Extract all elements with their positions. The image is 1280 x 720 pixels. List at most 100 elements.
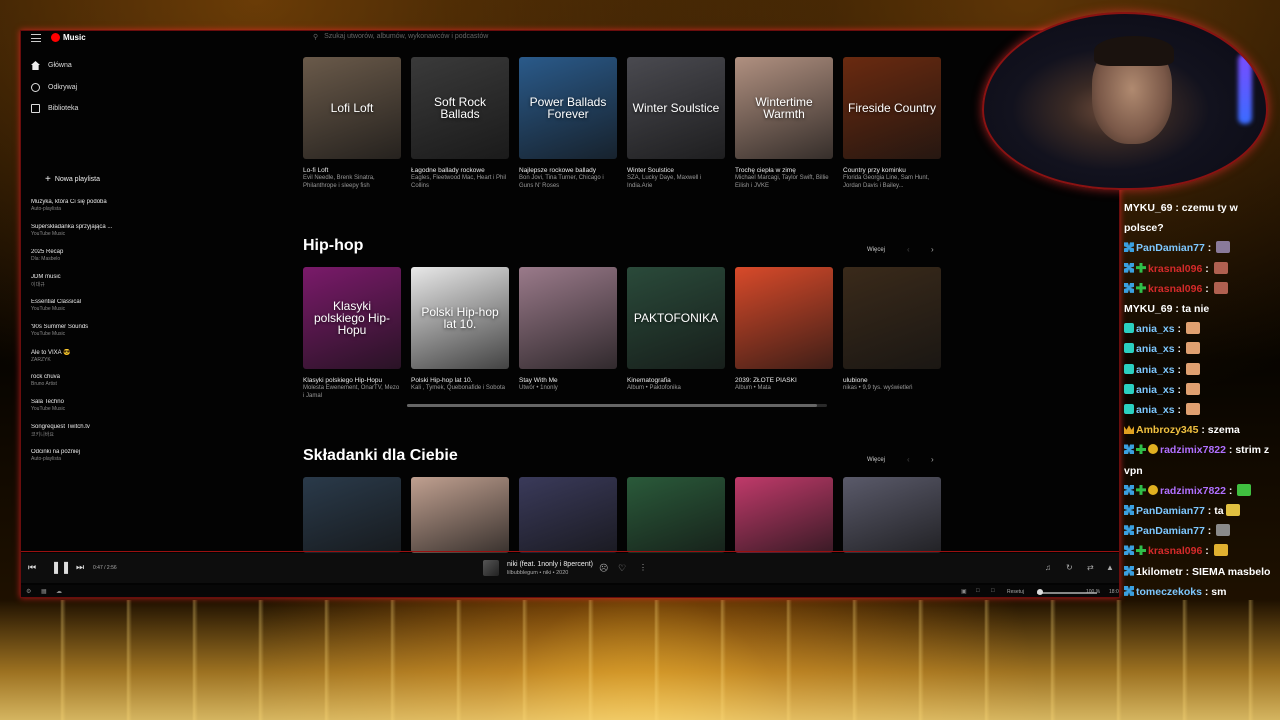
next-arrow-icon[interactable]: ›	[931, 245, 934, 254]
chat-username[interactable]: ania_xs	[1136, 343, 1175, 355]
media-card[interactable]	[303, 477, 401, 553]
sidebar-item-library[interactable]: Biblioteka	[31, 104, 78, 113]
card-thumbnail[interactable]	[735, 267, 833, 369]
card-thumbnail[interactable]	[843, 477, 941, 553]
sidebar-item-explore[interactable]: Odkrywaj	[31, 83, 77, 92]
card-thumbnail[interactable]: PAKTOFONIKA	[627, 267, 725, 369]
media-card[interactable]: ulubione nikas • 9,9 tys. wyświetleń	[843, 267, 941, 393]
sidebar-playlist-item[interactable]: rock chuva Bruno Artist	[31, 374, 121, 387]
sidebar-item-home[interactable]: Główna	[31, 61, 72, 70]
prev-arrow-icon[interactable]: ‹	[907, 455, 910, 464]
chat-username[interactable]: ania_xs	[1136, 384, 1175, 396]
card-title[interactable]: Stay With Me	[519, 377, 617, 384]
card-title[interactable]: Kinematografia	[627, 377, 725, 384]
card-thumbnail[interactable]: Polski Hip-hop lat 10.	[411, 267, 509, 369]
card-thumbnail[interactable]: Soft Rock Ballads	[411, 57, 509, 159]
card-title[interactable]: Lo-fi Loft	[303, 167, 401, 174]
now-playing-subtitle[interactable]: lilbubblegum • niki • 2020	[507, 570, 568, 576]
chat-username[interactable]: MYKU_69	[1124, 202, 1172, 214]
card-thumbnail[interactable]	[843, 267, 941, 369]
card-title[interactable]: 2039: ZŁOTE PIASKI	[735, 377, 833, 384]
media-card[interactable]: Winter Soulstice Winter Soulstice SZA, Luc…	[627, 57, 725, 191]
sidebar-playlist-item[interactable]: Superskładanka sprzyjająca ... YouTube Mu…	[31, 224, 121, 237]
card-thumbnail[interactable]: Fireside Country	[843, 57, 941, 159]
media-card[interactable]: 2039: ZŁOTE PIASKI Album • Mata	[735, 267, 833, 393]
next-track-icon[interactable]: ⏭	[76, 562, 84, 573]
cloud-icon[interactable]: ☁	[56, 588, 62, 595]
pause-icon[interactable]: ❚❚	[51, 560, 71, 574]
sidebar-playlist-item[interactable]: Odcinki na później Auto-playlista	[31, 449, 121, 462]
new-playlist-button[interactable]: + Nowa playlista	[45, 174, 100, 185]
chat-username[interactable]: radzimix7822	[1160, 444, 1226, 456]
card-thumbnail[interactable]	[519, 267, 617, 369]
card-thumbnail[interactable]	[303, 477, 401, 553]
card-title[interactable]: Polski Hip-hop lat 10.	[411, 377, 509, 384]
card-thumbnail[interactable]: Wintertime Warmth	[735, 57, 833, 159]
card-thumbnail[interactable]: Lofi Loft	[303, 57, 401, 159]
card-thumbnail[interactable]	[519, 477, 617, 553]
volume-icon[interactable]: ♫	[1045, 563, 1051, 572]
next-arrow-icon[interactable]: ›	[931, 455, 934, 464]
menu-icon[interactable]	[31, 34, 41, 42]
carousel-scrollbar[interactable]	[407, 404, 827, 407]
window-icon[interactable]: □	[976, 588, 980, 594]
media-card[interactable]	[519, 477, 617, 553]
app-logo[interactable]: Music	[51, 33, 86, 42]
media-card[interactable]: Soft Rock Ballads Łagodne ballady rockowe…	[411, 57, 509, 191]
layout-icon[interactable]: ▦	[41, 588, 47, 595]
chat-username[interactable]: MYKU_69	[1124, 303, 1172, 315]
media-card[interactable]	[411, 477, 509, 553]
now-playing-artwork[interactable]	[483, 560, 499, 576]
chat-username[interactable]: tomeczekoks	[1136, 586, 1202, 598]
media-card[interactable]: Wintertime Warmth Trochę ciepła w zimę Mic…	[735, 57, 833, 191]
chat-username[interactable]: krasnal096	[1148, 283, 1202, 295]
card-thumbnail[interactable]: Klasyki polskiego Hip-Hopu	[303, 267, 401, 369]
expand-icon[interactable]: ▲	[1106, 563, 1114, 572]
media-card[interactable]	[843, 477, 941, 553]
sidebar-playlist-item[interactable]: Songrequest Twitch.tv 코키니바요	[31, 424, 121, 438]
chat-username[interactable]: Ambrozy345	[1136, 424, 1198, 436]
card-title[interactable]: Najlepsze rockowe ballady	[519, 167, 617, 174]
card-title[interactable]: Country przy kominku	[843, 167, 941, 174]
chat-username[interactable]: PanDamian77	[1136, 505, 1205, 517]
chat-username[interactable]: radzimix7822	[1160, 485, 1226, 497]
card-title[interactable]: Winter Soulstice	[627, 167, 725, 174]
now-playing-title[interactable]: niki (feat. 1nonly i 8percent)	[507, 561, 593, 568]
settings-icon[interactable]: ⚙	[26, 588, 31, 595]
chat-username[interactable]: ania_xs	[1136, 364, 1175, 376]
sidebar-playlist-item[interactable]: Ale to VIXA 😎 ZARZYK	[31, 349, 121, 363]
card-thumbnail[interactable]	[627, 477, 725, 553]
more-options-icon[interactable]: ⋮	[639, 563, 647, 572]
card-thumbnail[interactable]: Winter Soulstice	[627, 57, 725, 159]
media-card[interactable]: PAKTOFONIKA Kinematografia Album • Paktofo…	[627, 267, 725, 393]
more-button-mixes[interactable]: Więcej	[867, 457, 885, 463]
card-title[interactable]: Trochę ciepła w zimę	[735, 167, 833, 174]
zoom-reset-button[interactable]: Resetuj	[1007, 589, 1024, 595]
previous-track-icon[interactable]: ⏮	[28, 562, 36, 573]
chat-username[interactable]: krasnal096	[1148, 545, 1202, 557]
card-thumbnail[interactable]	[411, 477, 509, 553]
chat-username[interactable]: krasnal096	[1148, 263, 1202, 275]
sidebar-playlist-item[interactable]: JDM music 이대규	[31, 274, 121, 288]
sidebar-playlist-item[interactable]: Muzyka, która Ci się podoba Auto-playlist…	[31, 199, 121, 212]
chat-username[interactable]: 1kilometr	[1136, 566, 1183, 578]
shuffle-icon[interactable]: ⇄	[1087, 563, 1094, 572]
like-icon[interactable]: ♡	[618, 563, 626, 574]
page-icon[interactable]: □	[991, 588, 995, 594]
sidebar-playlist-item[interactable]: '90s Summer Sounds YouTube Music	[31, 324, 121, 337]
screenshot-icon[interactable]: ▣	[961, 588, 967, 595]
media-card[interactable]: Power Ballads Forever Najlepsze rockowe b…	[519, 57, 617, 191]
media-card[interactable]: Stay With Me Utwór • 1nonly	[519, 267, 617, 393]
media-card[interactable]	[627, 477, 725, 553]
prev-arrow-icon[interactable]: ‹	[907, 245, 910, 254]
media-card[interactable]: Polski Hip-hop lat 10. Polski Hip-hop lat…	[411, 267, 509, 393]
card-thumbnail[interactable]: Power Ballads Forever	[519, 57, 617, 159]
card-title[interactable]: Klasyki polskiego Hip-Hopu	[303, 377, 401, 384]
zoom-slider-handle[interactable]	[1037, 589, 1043, 595]
media-card[interactable]: Klasyki polskiego Hip-Hopu Klasyki polski…	[303, 267, 401, 401]
sidebar-playlist-item[interactable]: Essential Classical YouTube Music	[31, 299, 121, 312]
media-card[interactable]: Lofi Loft Lo-fi Loft Evil Needle, Brenk Si…	[303, 57, 401, 191]
card-title[interactable]: Łagodne ballady rockowe	[411, 167, 509, 174]
chat-username[interactable]: PanDamian77	[1136, 242, 1205, 254]
repeat-icon[interactable]: ↻	[1066, 563, 1073, 572]
